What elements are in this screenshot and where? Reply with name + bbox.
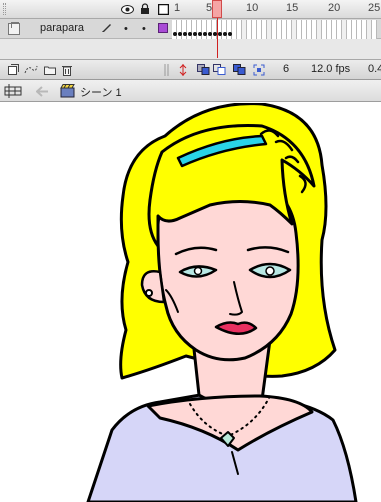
ruler-number: 25 bbox=[368, 2, 381, 14]
current-frame: 6 bbox=[283, 63, 290, 75]
outline-square-icon[interactable] bbox=[156, 2, 170, 16]
playhead-line bbox=[217, 18, 218, 58]
timeline-toggle-icon[interactable] bbox=[4, 84, 22, 98]
motion-guide-icon[interactable] bbox=[24, 63, 38, 76]
timeline-footer: 6 12.0 fps 0.4 bbox=[0, 59, 381, 79]
frame-cells[interactable] bbox=[172, 20, 381, 39]
onion-skin-icon[interactable] bbox=[196, 63, 210, 76]
new-layer-icon[interactable] bbox=[6, 63, 20, 76]
layer-name[interactable]: parapara bbox=[40, 22, 84, 34]
timeline-empty-area bbox=[0, 39, 381, 59]
timeline-panel: 1 5 10 15 20 25 parapara • • 6 12.0 fps … bbox=[0, 0, 381, 80]
scroll-grip-icon[interactable] bbox=[160, 63, 174, 76]
pencil-icon bbox=[101, 21, 113, 36]
ruler-number: 15 bbox=[286, 2, 299, 14]
back-arrow-icon[interactable] bbox=[36, 84, 49, 98]
stage-canvas[interactable] bbox=[0, 103, 381, 502]
ruler-number: 1 bbox=[174, 2, 181, 14]
layer-icon bbox=[8, 22, 20, 35]
timeline-header: 1 5 10 15 20 25 bbox=[0, 0, 381, 19]
layer-color-swatch[interactable] bbox=[158, 23, 168, 33]
trash-icon[interactable] bbox=[60, 63, 74, 76]
earring bbox=[145, 289, 153, 297]
onion-outlines-icon[interactable] bbox=[212, 63, 226, 76]
lock-icon[interactable] bbox=[138, 2, 152, 16]
eye-icon[interactable] bbox=[120, 2, 134, 16]
folder-icon[interactable] bbox=[43, 63, 57, 76]
left-pupil bbox=[193, 266, 203, 276]
scene-label[interactable]: シーン 1 bbox=[80, 84, 122, 100]
lock-dot[interactable]: • bbox=[142, 23, 146, 35]
playhead[interactable] bbox=[212, 0, 222, 18]
ruler-number: 20 bbox=[328, 2, 341, 14]
edit-bar: シーン 1 bbox=[0, 80, 381, 102]
drawing-artwork bbox=[86, 103, 358, 502]
visibility-dot[interactable]: • bbox=[124, 23, 128, 35]
right-pupil bbox=[265, 266, 275, 276]
panel-grip-icon[interactable] bbox=[3, 3, 6, 15]
center-frame-icon[interactable] bbox=[176, 63, 190, 76]
frame-rate[interactable]: 12.0 fps bbox=[311, 63, 350, 75]
elapsed-time: 0.4 bbox=[368, 63, 381, 75]
frame-cell[interactable] bbox=[372, 20, 377, 39]
scene-icon bbox=[60, 84, 75, 98]
ruler-number: 10 bbox=[246, 2, 259, 14]
modify-onion-markers-icon[interactable] bbox=[252, 63, 266, 76]
frame-ruler[interactable]: 1 5 10 15 20 25 bbox=[172, 0, 381, 19]
edit-multiple-frames-icon[interactable] bbox=[232, 63, 246, 76]
